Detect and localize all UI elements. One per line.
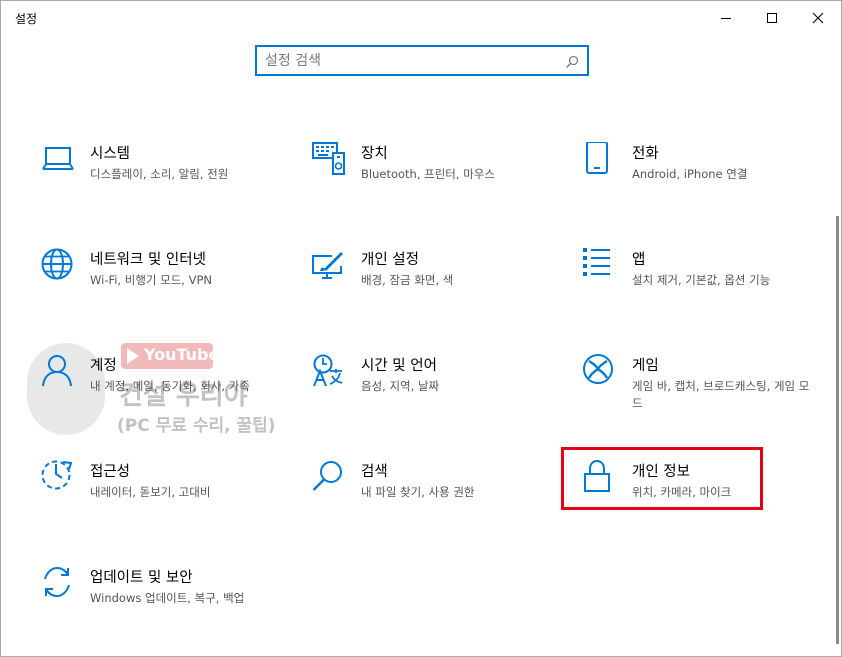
search-icon[interactable] — [565, 54, 579, 73]
window-title: 설정 — [15, 12, 38, 26]
update-sync-icon — [41, 566, 75, 600]
ease-of-access-icon — [41, 460, 75, 494]
category-apps[interactable]: 앱 설치 제거, 기본값, 옵션 기능 — [583, 248, 833, 318]
minimize-button[interactable] — [703, 1, 749, 35]
category-search[interactable]: 검색 내 파일 찾기, 사용 권한 — [312, 460, 562, 530]
category-accounts[interactable]: 계정 내 계정, 메일, 동기화, 회사, 가족 — [41, 354, 291, 424]
category-title: 전화 — [632, 146, 659, 162]
category-title: 시스템 — [90, 146, 131, 162]
category-personalization[interactable]: 개인 설정 배경, 잠금 화면, 색 — [312, 248, 562, 318]
search-box[interactable] — [255, 45, 589, 76]
category-description: Android, iPhone 연결 — [632, 167, 748, 181]
category-description: 게임 바, 캡처, 브로드캐스팅, 게임 모드 — [632, 379, 810, 410]
maximize-button[interactable] — [749, 1, 795, 35]
category-phone[interactable]: 전화 Android, iPhone 연결 — [583, 142, 833, 212]
laptop-icon — [41, 142, 75, 176]
person-icon — [41, 354, 75, 388]
category-gaming[interactable]: 게임 게임 바, 캡처, 브로드캐스팅, 게임 모드 — [583, 354, 833, 424]
category-title: 개인 설정 — [361, 252, 419, 268]
search-input[interactable] — [265, 51, 555, 71]
maximize-icon — [766, 12, 778, 24]
xbox-icon — [583, 354, 617, 388]
category-time-language[interactable]: 시간 및 언어 음성, 지역, 날짜 — [312, 354, 562, 424]
category-title: 앱 — [632, 252, 646, 268]
category-system[interactable]: 시스템 디스플레이, 소리, 알림, 전원 — [41, 142, 291, 212]
search-icon — [312, 460, 346, 494]
devices-icon — [312, 142, 346, 176]
category-title: 게임 — [632, 358, 659, 374]
category-description: 배경, 잠금 화면, 색 — [361, 273, 454, 287]
category-devices[interactable]: 장치 Bluetooth, 프린터, 마우스 — [312, 142, 562, 212]
category-description: 설치 제거, 기본값, 옵션 기능 — [632, 273, 771, 287]
title-bar: 설정 — [1, 1, 841, 35]
category-description: Bluetooth, 프린터, 마우스 — [361, 167, 495, 181]
category-title: 검색 — [361, 464, 388, 480]
minimize-icon — [720, 12, 732, 24]
personalization-icon — [312, 248, 346, 282]
scrollbar[interactable] — [836, 216, 839, 644]
category-description: 음성, 지역, 날짜 — [361, 379, 440, 393]
phone-icon — [583, 142, 617, 176]
close-icon — [812, 12, 824, 24]
category-title: 시간 및 언어 — [361, 358, 437, 374]
category-description: 내 파일 찾기, 사용 권한 — [361, 485, 475, 499]
time-language-icon — [312, 354, 346, 388]
category-description: Wi-Fi, 비행기 모드, VPN — [90, 273, 213, 287]
settings-window: 설정 시스템 디스플레이, 소리, 알림, 전원 — [0, 0, 842, 657]
category-ease-of-access[interactable]: 접근성 내레이터, 돋보기, 고대비 — [41, 460, 291, 530]
category-title: 네트워크 및 인터넷 — [90, 252, 206, 268]
globe-icon — [41, 248, 75, 282]
category-description: 내레이터, 돋보기, 고대비 — [90, 485, 211, 499]
category-update-security[interactable]: 업데이트 및 보안 Windows 업데이트, 복구, 백업 — [41, 566, 291, 636]
category-title: 업데이트 및 보안 — [90, 570, 193, 586]
category-description: 디스플레이, 소리, 알림, 전원 — [90, 167, 229, 181]
category-title: 장치 — [361, 146, 388, 162]
category-description: 내 계정, 메일, 동기화, 회사, 가족 — [90, 379, 250, 393]
category-description: Windows 업데이트, 복구, 백업 — [90, 591, 245, 605]
close-button[interactable] — [795, 1, 841, 35]
category-title: 계정 — [90, 358, 117, 374]
category-title: 접근성 — [90, 464, 131, 480]
apps-list-icon — [583, 248, 617, 282]
highlight-box — [561, 447, 763, 510]
category-network[interactable]: 네트워크 및 인터넷 Wi-Fi, 비행기 모드, VPN — [41, 248, 291, 318]
